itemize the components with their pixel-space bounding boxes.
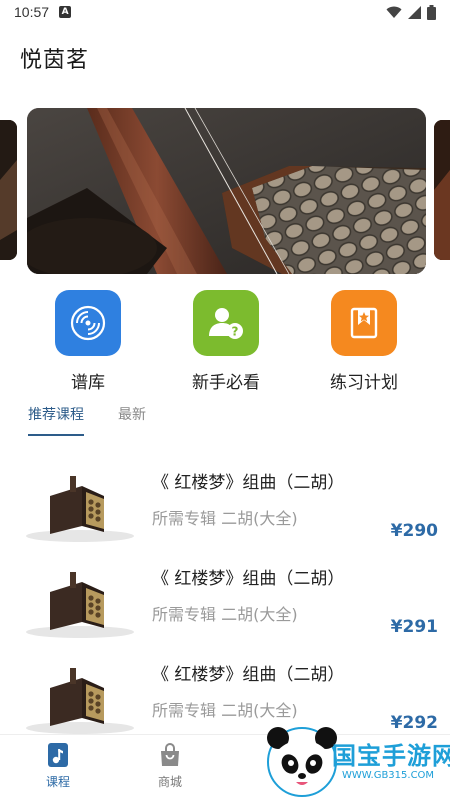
music-doc-icon (48, 743, 68, 767)
course-title: 《 红楼梦》组曲（二胡） (152, 473, 345, 493)
course-thumbnail (20, 570, 138, 642)
watermark-text: 国宝手游网 (332, 742, 450, 770)
banner-prev-peek[interactable] (0, 120, 17, 260)
shopping-bag-icon (161, 743, 179, 766)
status-bar: 10:57 A (0, 0, 450, 24)
status-icons (386, 4, 436, 20)
course-thumbnail (20, 666, 138, 738)
quick-action-practice-plan[interactable]: 练习计划 (309, 290, 419, 393)
user-help-icon[interactable]: ? (193, 290, 259, 356)
course-price: ¥291 (390, 617, 438, 637)
course-title: 《 红楼梦》组曲（二胡） (152, 569, 345, 589)
quick-action-score-library[interactable]: 谱库 (33, 290, 143, 393)
notification-icon: A (59, 6, 72, 18)
banner-image[interactable] (27, 108, 426, 274)
signal-icon (408, 5, 421, 19)
course-item[interactable]: 《 红楼梦》组曲（二胡） 所需专辑 二胡(大全) ¥291 (0, 564, 450, 660)
watermark-logo: 国宝手游网 WWW.GB315.COM (262, 718, 450, 800)
nav-label: 课程 (45, 775, 70, 789)
nav-store[interactable]: 商城 (140, 743, 200, 790)
quick-action-label: 谱库 (71, 373, 105, 393)
battery-icon (427, 4, 436, 20)
svg-text:?: ? (232, 325, 239, 339)
banner-carousel[interactable] (0, 108, 450, 274)
record-disc-icon[interactable] (55, 290, 121, 356)
nav-label: 商城 (157, 775, 182, 789)
wifi-icon (386, 6, 402, 18)
course-tabs: 推荐课程 最新 (28, 404, 146, 436)
banner-next-peek[interactable] (434, 120, 450, 260)
nav-courses[interactable]: 课程 (28, 743, 88, 790)
app-title: 悦茵茗 (20, 48, 90, 73)
tab-latest[interactable]: 最新 (118, 404, 146, 436)
course-subtitle: 所需专辑 二胡(大全) (152, 605, 298, 624)
tab-recommended[interactable]: 推荐课程 (28, 404, 84, 436)
bookmark-star-icon[interactable] (331, 290, 397, 356)
course-title: 《 红楼梦》组曲（二胡） (152, 665, 345, 685)
status-time: 10:57 (14, 4, 50, 20)
course-thumbnail (20, 474, 138, 546)
course-price: ¥290 (390, 521, 438, 541)
watermark-url: WWW.GB315.COM (342, 770, 435, 781)
course-subtitle: 所需专辑 二胡(大全) (152, 509, 298, 528)
quick-action-label: 练习计划 (330, 373, 398, 393)
course-item[interactable]: 《 红楼梦》组曲（二胡） 所需专辑 二胡(大全) ¥290 (0, 468, 450, 564)
quick-action-label: 新手必看 (192, 373, 260, 393)
quick-action-beginner-guide[interactable]: ? 新手必看 (171, 290, 281, 393)
